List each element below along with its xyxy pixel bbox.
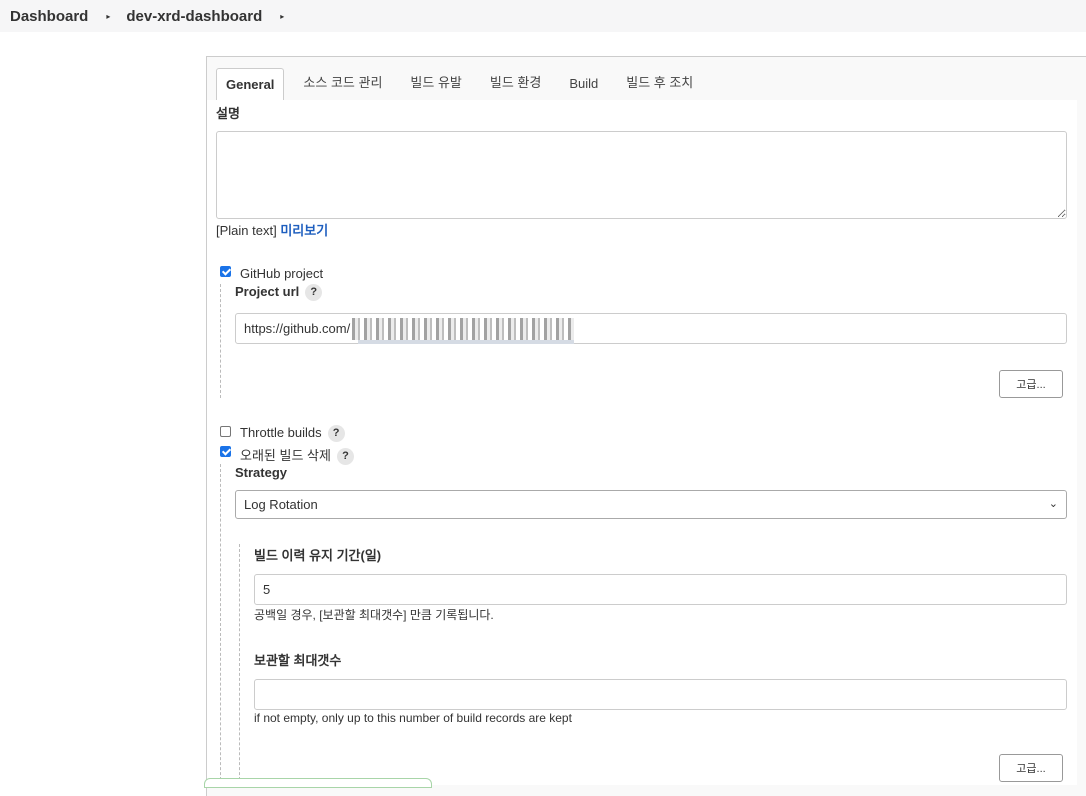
days-to-keep-hint: 공백일 경우, [보관할 최대갯수] 만큼 기록됩니다. (254, 608, 494, 622)
config-tabs: General 소스 코드 관리 빌드 유발 빌드 환경 Build 빌드 후 … (216, 67, 721, 101)
plain-text-label: [Plain text] 미리보기 (216, 220, 328, 239)
throttle-builds-checkbox[interactable] (220, 426, 231, 437)
breadcrumb-job[interactable]: dev-xrd-dashboard (126, 8, 262, 25)
days-to-keep-label: 빌드 이력 유지 기간(일) (254, 548, 382, 563)
breadcrumb-chevron-icon[interactable]: ▸ (280, 12, 284, 21)
project-url-label: Project url? (235, 284, 323, 302)
breadcrumb-chevron-icon[interactable]: ▸ (106, 12, 110, 21)
project-url-value: https://github.com/ (244, 321, 351, 336)
days-to-keep-value: 5 (263, 582, 271, 597)
project-url-help-icon[interactable]: ? (305, 284, 323, 302)
tab-build[interactable]: Build (569, 76, 598, 101)
tab-build-triggers[interactable]: 빌드 유발 (410, 72, 461, 101)
max-builds-input[interactable] (254, 679, 1067, 710)
strategy-options-divider (239, 544, 240, 785)
preview-link[interactable]: 미리보기 (280, 223, 328, 238)
throttle-builds-row: Throttle builds? (240, 425, 345, 443)
strategy-selected-value: Log Rotation (244, 497, 318, 512)
max-builds-label: 보관할 최대갯수 (254, 653, 342, 668)
max-builds-hint: if not empty, only up to this number of … (254, 711, 572, 725)
discard-old-builds-label: 오래된 빌드 삭제 (240, 448, 331, 463)
bottom-action-bar (204, 778, 432, 788)
tab-scm[interactable]: 소스 코드 관리 (303, 72, 382, 101)
github-project-label: GitHub project (240, 266, 324, 281)
tab-post-build[interactable]: 빌드 후 조치 (626, 72, 693, 101)
discard-old-builds-checkbox[interactable] (220, 446, 231, 457)
discard-advanced-button[interactable]: 고급... (999, 754, 1063, 782)
throttle-builds-label: Throttle builds (240, 425, 322, 440)
tab-general[interactable]: General (216, 68, 285, 101)
days-to-keep-input[interactable]: 5 (254, 574, 1067, 605)
breadcrumb: Dashboard ▸ dev-xrd-dashboard ▸ (0, 0, 1086, 32)
tab-build-environment[interactable]: 빌드 환경 (490, 72, 541, 101)
throttle-builds-help-icon[interactable]: ? (327, 425, 345, 443)
discard-old-builds-row: 오래된 빌드 삭제? (240, 445, 354, 466)
description-textarea[interactable] (216, 131, 1067, 219)
github-project-checkbox[interactable] (220, 266, 231, 277)
strategy-label: Strategy (235, 465, 288, 480)
github-section-divider (220, 284, 221, 398)
project-url-text: Project url (235, 284, 300, 299)
chevron-down-icon: ⌄ (1048, 498, 1058, 510)
description-label: 설명 (216, 106, 240, 121)
plain-text-format: [Plain text] (216, 223, 277, 238)
redacted-url-underline (358, 340, 574, 344)
strategy-select[interactable]: Log Rotation ⌄ (235, 490, 1067, 519)
discard-section-divider (220, 464, 221, 785)
github-advanced-button[interactable]: 고급... (999, 370, 1063, 398)
breadcrumb-dashboard[interactable]: Dashboard (10, 8, 88, 25)
redacted-url-overlay (352, 318, 574, 340)
discard-old-builds-help-icon[interactable]: ? (336, 448, 354, 466)
